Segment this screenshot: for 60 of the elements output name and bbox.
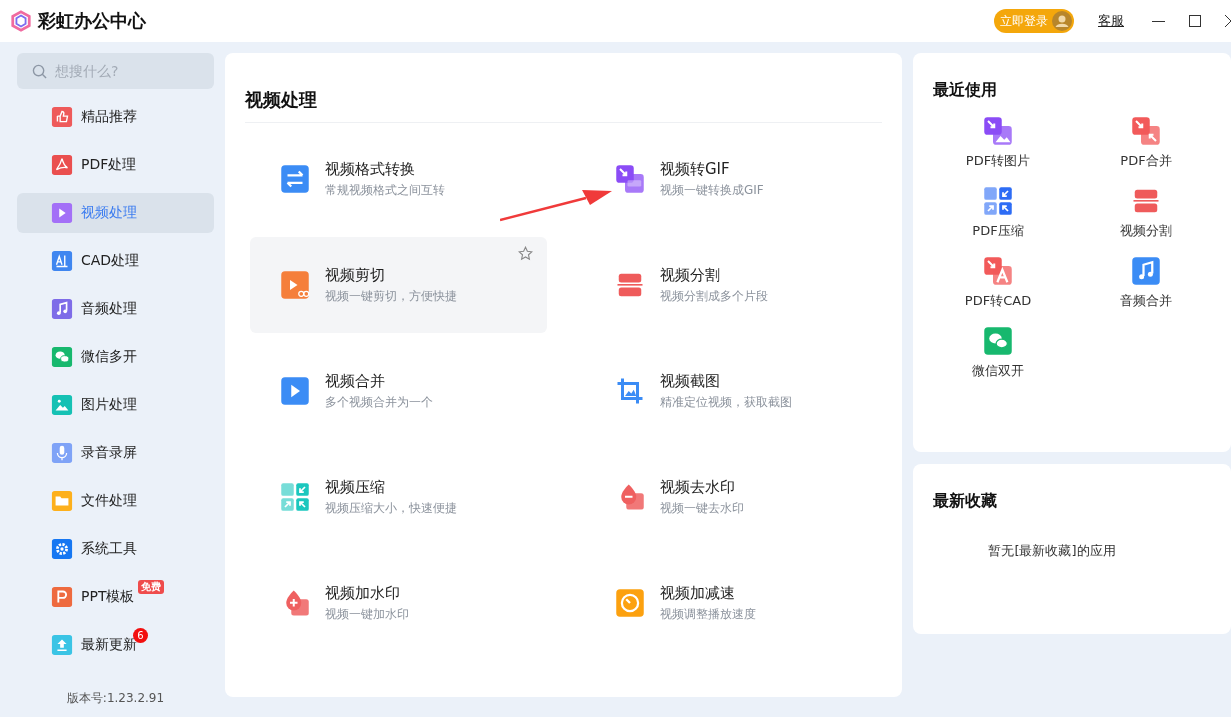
section-title: 视频处理 [245, 53, 882, 123]
tool-description: 视频一键加水印 [325, 605, 409, 623]
tool-name: 视频加减速 [660, 583, 736, 603]
recent-tool[interactable]: PDF转CAD [933, 256, 1063, 310]
sidebar-item[interactable]: 音频处理 [17, 289, 214, 329]
app-title: 彩虹办公中心 [38, 9, 146, 33]
tool-card[interactable]: 视频去水印 视频一键去水印 [585, 449, 882, 545]
sidebar-item[interactable]: 微信多开 [17, 337, 214, 377]
tool-name: 视频剪切 [325, 265, 386, 285]
tool-description: 多个视频合并为一个 [325, 393, 433, 411]
version-text: 版本号:1.23.2.91 [65, 690, 166, 707]
tool-name: 视频合并 [325, 371, 386, 391]
tool-card[interactable]: 视频转GIF 视频一键转换成GIF [585, 131, 882, 227]
sidebar-item[interactable]: PDF处理 [17, 145, 214, 185]
search-icon [32, 64, 47, 79]
tool-name: 视频去水印 [660, 477, 736, 497]
tool-name: 视频截图 [660, 371, 721, 391]
tool-card[interactable]: 视频合并 多个视频合并为一个 [250, 343, 547, 439]
tool-name: 视频格式转换 [325, 159, 416, 179]
recent-tool[interactable]: 音频合并 [1081, 256, 1211, 310]
tool-card[interactable]: 视频加水印 视频一键加水印 [250, 555, 547, 651]
sidebar-item[interactable]: CAD处理 [17, 241, 214, 281]
tool-description: 精准定位视频，获取截图 [660, 393, 792, 411]
tool-card[interactable]: 视频加减速 视频调整播放速度 [585, 555, 882, 651]
section-title: 最近使用 [933, 79, 998, 101]
section-title: 最新收藏 [933, 490, 998, 512]
tool-description: 视频一键剪切，方便快捷 [325, 287, 457, 305]
sidebar-item[interactable]: 系统工具 [17, 529, 214, 569]
maximize-icon[interactable] [1189, 15, 1201, 27]
tool-name: 视频分割 [660, 265, 721, 285]
sidebar-item[interactable]: 文件处理 [17, 481, 214, 521]
tool-name: 视频转GIF [660, 159, 731, 179]
tool-name: 视频压缩 [325, 477, 386, 497]
tool-card[interactable]: 视频截图 精准定位视频，获取截图 [585, 343, 882, 439]
tool-name: 视频加水印 [325, 583, 401, 603]
tool-description: 常规视频格式之间互转 [325, 181, 445, 199]
empty-message: 暂无[最新收藏]的应用 [987, 542, 1117, 560]
star-icon[interactable] [518, 246, 533, 261]
tool-description: 视频压缩大小，快速便捷 [325, 499, 457, 517]
tool-description: 视频一键去水印 [660, 499, 744, 517]
sidebar-item[interactable]: 图片处理 [17, 385, 214, 425]
support-link[interactable]: 客服 [1098, 12, 1124, 30]
tool-card[interactable]: 视频剪切 视频一键剪切，方便快捷 [250, 237, 547, 333]
recent-tool[interactable]: PDF合并 [1081, 116, 1211, 170]
tool-description: 视频一键转换成GIF [660, 181, 764, 199]
sidebar-item[interactable]: PPT模板 免费 [17, 577, 214, 617]
recent-tool[interactable]: PDF转图片 [933, 116, 1063, 170]
free-tag: 免费 [138, 580, 164, 594]
tool-card[interactable]: 视频格式转换 常规视频格式之间互转 [250, 131, 547, 227]
logo-icon [10, 10, 32, 32]
sidebar-item[interactable]: 精品推荐 [17, 97, 214, 137]
recent-tool[interactable]: 视频分割 [1081, 186, 1211, 240]
recent-tool[interactable]: PDF压缩 [933, 186, 1063, 240]
avatar-icon [1052, 11, 1072, 31]
tool-card[interactable]: 视频分割 视频分割成多个片段 [585, 237, 882, 333]
tool-description: 视频分割成多个片段 [660, 287, 768, 305]
recent-tool[interactable]: 微信双开 [933, 326, 1063, 380]
tool-description: 视频调整播放速度 [660, 605, 756, 623]
tool-card[interactable]: 视频压缩 视频压缩大小，快速便捷 [250, 449, 547, 545]
sidebar-item[interactable]: 录音录屏 [17, 433, 214, 473]
